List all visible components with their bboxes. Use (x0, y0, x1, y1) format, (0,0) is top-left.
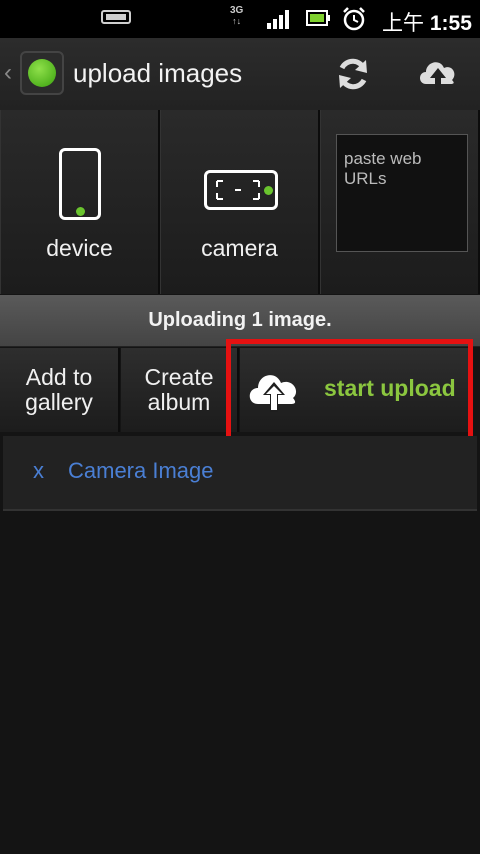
status-bar: 3G ↑↓ 上午 1:55 (0, 0, 480, 38)
urls-tile: paste web URLs (320, 110, 480, 294)
create-album-button[interactable]: Create album (121, 348, 239, 432)
network-indicator: 3G ↑↓ (230, 5, 244, 27)
cloud-upload-icon (249, 375, 297, 412)
device-source-button[interactable]: device (0, 110, 160, 294)
upload-item-name[interactable]: Camera Image (68, 458, 214, 484)
remove-item-button[interactable]: x (33, 458, 44, 484)
back-icon[interactable]: ‹ (4, 59, 12, 87)
start-upload-button[interactable]: start upload (240, 348, 473, 432)
phone-icon (101, 10, 131, 24)
paste-urls-field[interactable]: paste web URLs (336, 134, 468, 252)
page-title: upload images (73, 58, 243, 88)
create-album-label: Create album (144, 364, 214, 415)
app-icon[interactable] (20, 51, 64, 95)
cloud-upload-icon[interactable] (416, 54, 460, 94)
alarm-icon (343, 7, 365, 31)
camera-label: camera (201, 235, 278, 261)
start-upload-label: start upload (324, 375, 456, 401)
list-item: x Camera Image (3, 436, 477, 511)
phone-device-icon (59, 148, 101, 220)
add-to-gallery-button[interactable]: Add to gallery (0, 348, 120, 432)
camera-source-button[interactable]: camera (160, 110, 320, 294)
signal-icon (267, 10, 289, 29)
clock: 上午 1:55 (382, 12, 472, 35)
camera-icon (204, 170, 278, 210)
battery-icon (306, 10, 330, 26)
source-tiles: device camera paste web URLs (0, 110, 480, 294)
refresh-icon[interactable] (333, 54, 373, 94)
upload-status-banner: Uploading 1 image. (0, 295, 480, 347)
add-to-gallery-label: Add to gallery (25, 364, 93, 415)
action-row: Add to gallery Create album start upload (0, 348, 480, 432)
action-bar: ‹ upload images (0, 38, 480, 112)
device-label: device (46, 235, 113, 261)
